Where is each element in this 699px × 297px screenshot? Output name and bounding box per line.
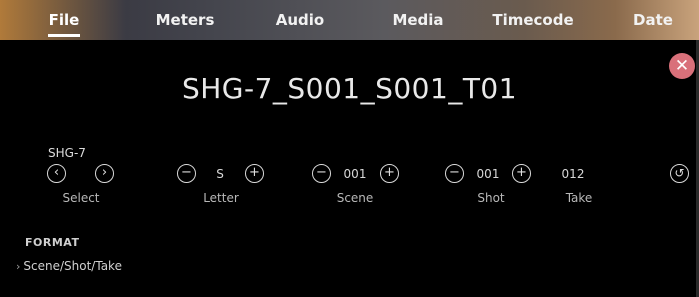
clip-title: SHG-7_S001_S001_T01 [181, 72, 518, 105]
chevron-right-small-icon: › [16, 260, 21, 273]
format-value: Scene/Shot/Take [23, 259, 122, 273]
scene-decrement-icon[interactable]: − [312, 164, 331, 183]
format-heading: FORMAT [25, 236, 80, 249]
shot-value: 001 [476, 167, 500, 181]
shot-label: Shot [477, 191, 505, 205]
scene-increment-icon[interactable]: + [380, 164, 399, 183]
take-label: Take [565, 191, 593, 205]
scene-value: 001 [343, 167, 367, 181]
scene-label: Scene [336, 191, 374, 205]
camera-name: SHG-7 [48, 146, 86, 160]
letter-label: Letter [203, 191, 239, 205]
format-option[interactable]: › Scene/Shot/Take [16, 259, 122, 273]
tab-date[interactable]: Date [628, 0, 678, 40]
chevron-left-icon[interactable]: ‹ [47, 164, 66, 183]
tab-audio[interactable]: Audio [270, 0, 330, 40]
letter-increment-icon[interactable]: + [245, 164, 264, 183]
shot-increment-icon[interactable]: + [512, 164, 531, 183]
tab-media[interactable]: Media [388, 0, 448, 40]
take-value: 012 [561, 167, 585, 181]
top-tab-bar: File Meters Audio Media Timecode Date [0, 0, 699, 40]
letter-decrement-icon[interactable]: − [177, 164, 196, 183]
tab-timecode[interactable]: Timecode [490, 0, 576, 40]
active-tab-indicator [48, 34, 80, 37]
reset-icon[interactable]: ↺ [670, 164, 689, 183]
letter-value: S [216, 167, 224, 181]
tab-meters[interactable]: Meters [150, 0, 220, 40]
shot-decrement-icon[interactable]: − [445, 164, 464, 183]
chevron-right-icon[interactable]: › [95, 164, 114, 183]
select-label: Select [62, 191, 100, 205]
